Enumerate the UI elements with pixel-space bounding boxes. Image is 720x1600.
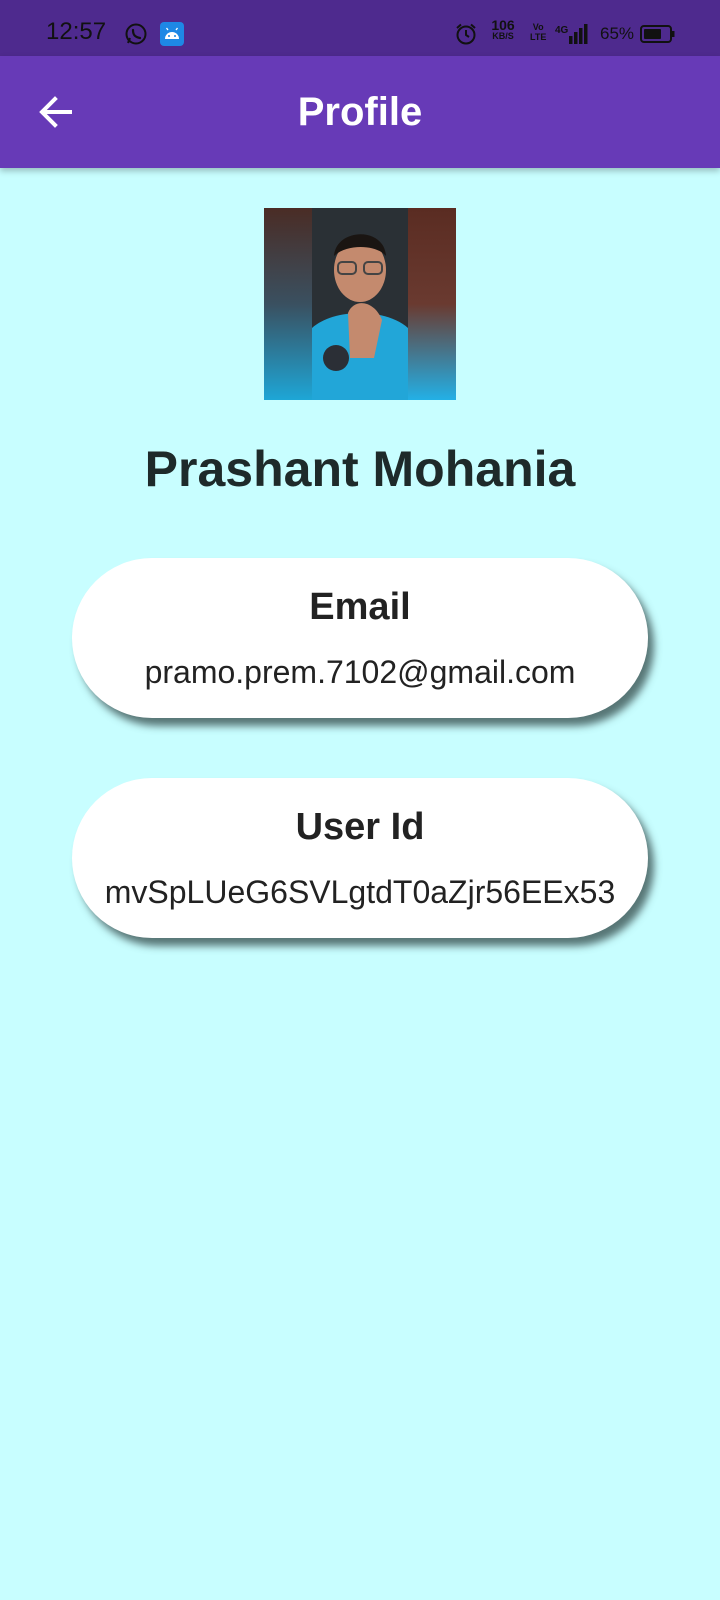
user-id-value: mvSpLUeG6SVLgtdT0aZjr56EEx53 <box>104 874 616 910</box>
status-bar: 12:57 106 KB/S Vo LTE 4G 65% <box>0 0 720 56</box>
alarm-icon <box>456 23 476 45</box>
android-icon <box>160 22 184 46</box>
network-type: 4G <box>555 25 569 36</box>
net-speed: 106 KB/S <box>488 17 518 42</box>
email-value: pramo.prem.7102@gmail.com <box>144 654 576 690</box>
volte-bottom: LTE <box>530 32 547 42</box>
app-bar: Profile <box>0 56 720 168</box>
email-card-title: Email <box>309 586 411 628</box>
user-name: Prashant Mohania <box>144 441 576 497</box>
battery-percent: 65% <box>600 24 635 43</box>
volte-indicator: Vo LTE <box>530 22 546 42</box>
signal-icon: 4G <box>555 24 588 44</box>
email-card: Email pramo.prem.7102@gmail.com <box>72 558 648 718</box>
whatsapp-icon <box>125 23 147 45</box>
user-id-card: User Id mvSpLUeG6SVLgtdT0aZjr56EEx53 <box>72 778 648 938</box>
battery-icon <box>640 25 675 43</box>
user-id-card-title: User Id <box>295 806 425 848</box>
net-speed-unit: KB/S <box>492 31 514 41</box>
net-speed-value: 106 <box>491 17 515 33</box>
page-title: Profile <box>297 90 423 134</box>
status-time: 12:57 <box>46 18 107 45</box>
volte-top: Vo <box>532 22 544 32</box>
avatar <box>264 208 456 400</box>
